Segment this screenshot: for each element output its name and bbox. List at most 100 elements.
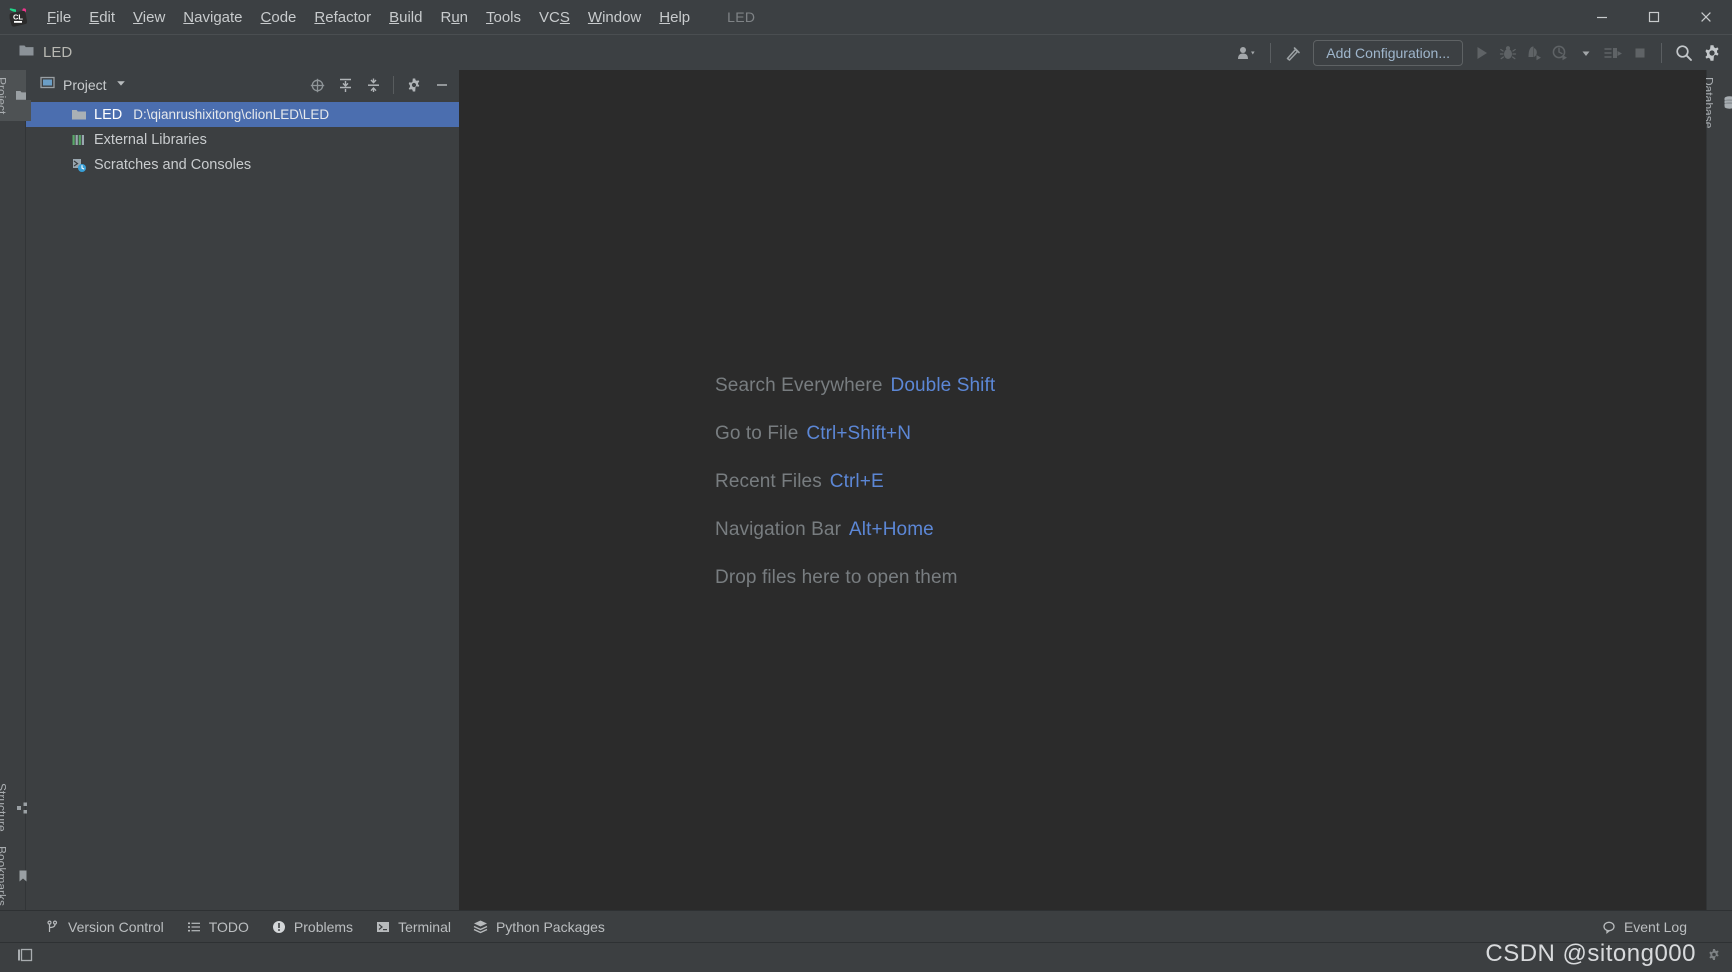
tip-navigation-bar: Navigation BarAlt+Home xyxy=(715,519,995,541)
menu-item-navigate[interactable]: Navigate xyxy=(174,6,251,29)
editor-tips-list: Search Everywhere Double Shift Go to File… xyxy=(715,375,995,589)
sidebar-label-bookmarks: Bookmarks xyxy=(0,846,9,906)
menu-item-tools[interactable]: Tools xyxy=(477,6,530,29)
toolbar-divider-2 xyxy=(1661,43,1662,63)
left-tool-stripe: Project Structure Bookmarks xyxy=(0,70,26,910)
main-toolbar: LED Add Configuration... xyxy=(0,34,1732,70)
workspace: Project Structure Bookmarks xyxy=(0,70,1732,910)
profiler-icon[interactable] xyxy=(1547,39,1573,67)
tip-drop-files: Drop files here to open them xyxy=(715,567,995,589)
title-bar: CL File Edit View Navigate Code Refactor… xyxy=(0,0,1732,34)
bottom-item-problems[interactable]: Problems xyxy=(260,916,364,938)
project-tree: LED D:\qianrushixitong\clionLED\LED Exte… xyxy=(26,100,459,910)
sidebar-label-structure: Structure xyxy=(0,783,9,832)
sidebar-item-database[interactable]: Database xyxy=(1702,70,1732,135)
event-log-group: Event Log xyxy=(1590,911,1698,943)
status-bar-right xyxy=(1706,947,1722,968)
attach-icon[interactable] xyxy=(1599,39,1627,67)
main-menu: File Edit View Navigate Code Refactor Bu… xyxy=(38,0,699,34)
chevron-down-icon[interactable] xyxy=(115,76,127,94)
gear-icon[interactable] xyxy=(1698,39,1726,67)
play-icon[interactable] xyxy=(1469,39,1495,67)
bottom-item-label: TODO xyxy=(209,919,249,935)
project-widget[interactable]: LED xyxy=(18,42,72,64)
bottom-item-version-control[interactable]: Version Control xyxy=(34,916,175,938)
sidebar-label-project: Project xyxy=(0,77,9,114)
tip-shortcut: Alt+Home xyxy=(849,519,934,540)
tip-label: Search Everywhere xyxy=(715,375,883,396)
menu-item-help[interactable]: Help xyxy=(650,6,699,29)
bottom-item-python-packages[interactable]: Python Packages xyxy=(462,916,616,938)
layout-toggle-icon[interactable] xyxy=(16,946,34,969)
bottom-item-event-log[interactable]: Event Log xyxy=(1590,916,1698,938)
coverage-icon[interactable] xyxy=(1521,39,1547,67)
list-icon xyxy=(186,919,202,935)
sidebar-item-bookmarks[interactable]: Bookmarks xyxy=(0,839,31,910)
toolbar-divider xyxy=(1270,43,1271,63)
clion-logo-icon: CL xyxy=(7,6,29,28)
menu-item-view[interactable]: View xyxy=(124,6,174,29)
user-icon[interactable] xyxy=(1232,39,1262,67)
bookmark-icon xyxy=(15,868,31,884)
right-tool-stripe: Database xyxy=(1706,70,1732,910)
balloon-icon xyxy=(1601,919,1617,935)
hammer-icon[interactable] xyxy=(1279,39,1307,67)
packages-icon xyxy=(473,919,489,935)
gear-icon[interactable] xyxy=(401,73,427,97)
menu-item-refactor[interactable]: Refactor xyxy=(305,6,380,29)
tree-node-led[interactable]: LED D:\qianrushixitong\clionLED\LED xyxy=(26,102,459,127)
bottom-item-label: Terminal xyxy=(398,919,451,935)
bottom-item-label: Version Control xyxy=(68,919,164,935)
expand-all-icon[interactable] xyxy=(332,73,358,97)
tree-node-label: Scratches and Consoles xyxy=(94,157,251,173)
window-title-project: LED xyxy=(727,9,755,25)
search-icon[interactable] xyxy=(1670,39,1698,67)
tip-go-to-file: Go to File Ctrl+Shift+N xyxy=(715,423,995,445)
project-panel-title: Project xyxy=(63,77,107,93)
chevron-down-icon[interactable] xyxy=(1573,39,1599,67)
settings-small-icon[interactable] xyxy=(1706,947,1722,968)
minimize-dash-icon[interactable] xyxy=(429,73,455,97)
tip-recent-files: Recent FilesCtrl+E xyxy=(715,471,995,493)
status-bar-left xyxy=(10,946,34,969)
tip-label: Go to File xyxy=(715,423,798,444)
sidebar-item-structure[interactable]: Structure xyxy=(0,776,31,839)
maximize-icon[interactable] xyxy=(1628,0,1680,34)
folder-icon xyxy=(18,42,35,64)
toolbar-right-actions: Add Configuration... xyxy=(1232,35,1726,71)
window-controls xyxy=(1576,0,1732,34)
bottom-item-label: Problems xyxy=(294,919,353,935)
terminal-icon xyxy=(375,919,391,935)
minimize-icon[interactable] xyxy=(1576,0,1628,34)
project-panel-header: Project xyxy=(26,70,459,100)
close-icon[interactable] xyxy=(1680,0,1732,34)
menu-item-vcs[interactable]: VCS xyxy=(530,6,579,29)
bottom-item-terminal[interactable]: Terminal xyxy=(364,916,462,938)
editor-area[interactable]: Search Everywhere Double Shift Go to File… xyxy=(460,70,1706,910)
project-panel-title-group[interactable]: Project xyxy=(40,75,127,95)
run-configuration-selector[interactable]: Add Configuration... xyxy=(1313,40,1463,66)
collapse-all-icon[interactable] xyxy=(360,73,386,97)
structure-icon xyxy=(15,800,31,816)
bottom-item-label: Python Packages xyxy=(496,919,605,935)
menu-item-code[interactable]: Code xyxy=(252,6,306,29)
tip-shortcut: Ctrl+Shift+N xyxy=(806,423,911,444)
menu-item-build[interactable]: Build xyxy=(380,6,431,29)
bug-icon[interactable] xyxy=(1495,39,1521,67)
menu-item-run[interactable]: Run xyxy=(431,6,477,29)
menu-item-window[interactable]: Window xyxy=(579,6,650,29)
menu-item-edit[interactable]: Edit xyxy=(80,6,124,29)
tip-shortcut: Ctrl+E xyxy=(830,471,884,492)
svg-text:CL: CL xyxy=(13,13,23,22)
tree-node-path: D:\qianrushixitong\clionLED\LED xyxy=(133,107,329,122)
bottom-item-todo[interactable]: TODO xyxy=(175,916,260,938)
target-crosshair-icon[interactable] xyxy=(304,73,330,97)
toolbar-project-label: LED xyxy=(43,44,72,61)
tip-shortcut: Double Shift xyxy=(891,375,996,396)
external-libraries-icon xyxy=(70,131,87,148)
folder-icon xyxy=(70,106,87,123)
menu-item-file[interactable]: File xyxy=(38,6,80,29)
tree-node-external-libraries[interactable]: External Libraries xyxy=(26,127,459,152)
stop-square-icon[interactable] xyxy=(1627,39,1653,67)
tree-node-scratches-and-consoles[interactable]: Scratches and Consoles xyxy=(26,152,459,177)
